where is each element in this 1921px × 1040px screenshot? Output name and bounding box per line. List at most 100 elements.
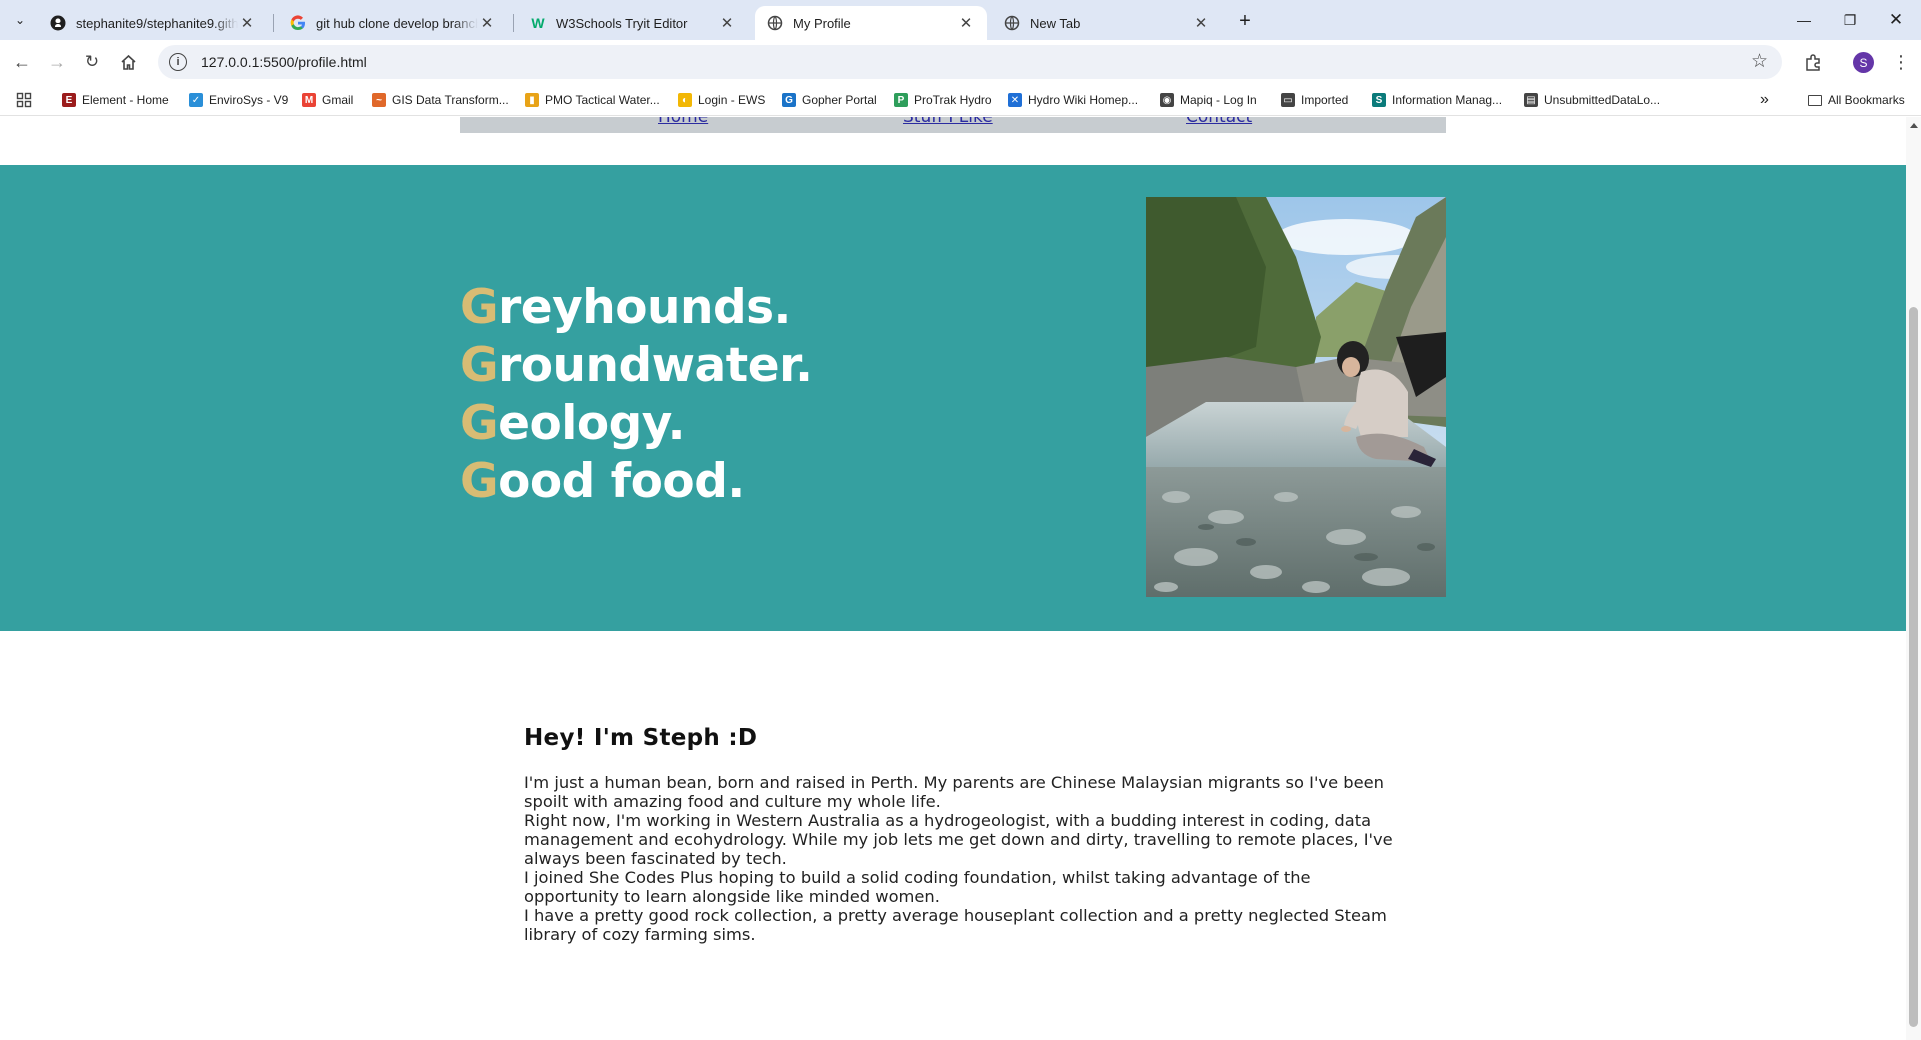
scroll-up-arrow-icon[interactable] xyxy=(1910,123,1918,128)
tab-github[interactable]: stephanite9/stephanite9.github.io ✕ xyxy=(38,6,268,40)
all-bookmarks-folder[interactable]: All Bookmarks xyxy=(1808,90,1905,110)
close-icon[interactable]: ✕ xyxy=(478,14,496,32)
bookmark-item[interactable]: ▭ Imported xyxy=(1281,90,1348,110)
bookmark-favicon-icon: S xyxy=(1372,93,1386,107)
bookmark-label: PMO Tactical Water... xyxy=(545,93,660,107)
bookmark-item[interactable]: ▮ PMO Tactical Water... xyxy=(525,90,660,110)
bookmark-item[interactable]: G Gopher Portal xyxy=(782,90,877,110)
tab-search-button[interactable]: ⌄ xyxy=(8,8,32,32)
back-arrow-icon[interactable]: ← xyxy=(8,48,36,76)
tab-new-tab[interactable]: New Tab ✕ xyxy=(992,6,1222,40)
address-bar[interactable]: i 127.0.0.1:5500/profile.html ☆ xyxy=(158,45,1782,79)
extensions-icon[interactable] xyxy=(1801,50,1825,74)
tab-title: New Tab xyxy=(1030,15,1081,31)
tab-strip: ⌄ stephanite9/stephanite9.github.io ✕ gi… xyxy=(0,0,1921,40)
nav-link-stuff-i-like[interactable]: Stuff I Like xyxy=(903,117,993,127)
nav-link-contact[interactable]: Contact xyxy=(1186,117,1252,127)
menu-dots-icon[interactable]: ⋮ xyxy=(1889,50,1913,74)
bookmark-item[interactable]: ~ GIS Data Transform... xyxy=(372,90,509,110)
bookmark-favicon-icon: G xyxy=(782,93,796,107)
close-icon[interactable]: ✕ xyxy=(238,14,256,32)
bookmark-favicon-icon: ▭ xyxy=(1281,93,1295,107)
site-info-icon[interactable]: i xyxy=(169,53,187,71)
page-scrollbar[interactable] xyxy=(1906,117,1921,1040)
bookmark-favicon-icon: P xyxy=(894,93,908,107)
bookmarks-bar: E Element - Home ✓ EnviroSys - V9 M Gmail ~ GIS… xyxy=(0,84,1921,116)
tab-title: stephanite9/stephanite9.github.io xyxy=(76,15,238,31)
profile-photo xyxy=(1146,197,1446,597)
chrome-icon xyxy=(1004,15,1020,31)
github-icon xyxy=(50,15,66,31)
close-icon[interactable]: ✕ xyxy=(718,14,736,32)
tab-my-profile[interactable]: My Profile ✕ xyxy=(755,6,987,40)
w3schools-icon: W xyxy=(531,15,545,31)
about-paragraph: I joined She Codes Plus hoping to build … xyxy=(524,868,1311,906)
bookmark-item[interactable]: ✓ EnviroSys - V9 xyxy=(189,90,288,110)
browser-toolbar: ← → ↻ i 127.0.0.1:5500/profile.html ☆ S … xyxy=(0,40,1921,84)
bookmark-favicon-icon: M xyxy=(302,93,316,107)
minimize-icon[interactable]: — xyxy=(1781,0,1827,40)
tagline-good-food: Good food. xyxy=(460,454,745,509)
tagline-groundwater: Groundwater. xyxy=(460,338,813,393)
bookmark-label: Imported xyxy=(1301,93,1349,107)
close-icon[interactable]: ✕ xyxy=(957,14,975,32)
bookmark-label: ProTrak Hydro xyxy=(914,93,992,107)
about-paragraph: I'm just a human bean, born and raised i… xyxy=(524,773,1384,811)
bookmark-favicon-icon: ✓ xyxy=(189,93,203,107)
tab-w3schools[interactable]: W W3Schools Tryit Editor ✕ xyxy=(518,6,748,40)
google-icon xyxy=(290,15,306,31)
about-paragraph: I have a pretty good rock collection, a … xyxy=(524,906,1387,944)
scrollbar-thumb[interactable] xyxy=(1909,307,1918,1027)
bookmark-label: Element - Home xyxy=(82,93,169,107)
bookmark-item[interactable]: M Gmail xyxy=(302,90,353,110)
profile-avatar[interactable]: S xyxy=(1853,52,1874,73)
bookmark-label: Hydro Wiki Homep... xyxy=(1028,93,1139,107)
bookmark-favicon-icon: ◐ xyxy=(678,93,692,107)
bookmark-label: EnviroSys - V9 xyxy=(209,93,289,107)
bookmark-favicon-icon: ~ xyxy=(372,93,386,107)
bookmark-item[interactable]: E Element - Home xyxy=(62,90,169,110)
about-section: Hey! I'm Steph :D I'm just a human bean,… xyxy=(524,725,1404,944)
bookmark-item[interactable]: ▤ UnsubmittedDataLo... xyxy=(1524,90,1660,110)
tab-title: git hub clone develop branch to xyxy=(316,15,478,31)
tagline-greyhounds: Greyhounds. xyxy=(460,280,791,335)
close-icon[interactable]: ✕ xyxy=(1192,14,1210,32)
globe-icon xyxy=(767,15,783,31)
bookmark-favicon-icon: ◉ xyxy=(1160,93,1174,107)
bookmark-favicon-icon: E xyxy=(62,93,76,107)
tagline-geology: Geology. xyxy=(460,396,685,451)
bookmark-label: GIS Data Transform... xyxy=(392,93,509,107)
new-tab-button[interactable]: + xyxy=(1232,8,1258,34)
folder-icon xyxy=(1808,94,1822,106)
bookmark-item[interactable]: ◐ Login - EWS xyxy=(678,90,765,110)
site-nav: Home Stuff I Like Contact xyxy=(460,117,1446,133)
tab-google[interactable]: git hub clone develop branch to ✕ xyxy=(278,6,508,40)
url-text: 127.0.0.1:5500/profile.html xyxy=(201,54,367,70)
bookmark-label: Gopher Portal xyxy=(802,93,877,107)
bookmark-favicon-icon: ✕ xyxy=(1008,93,1022,107)
home-icon[interactable] xyxy=(114,48,142,76)
apps-grid-icon[interactable] xyxy=(16,90,32,110)
bookmark-item[interactable]: P ProTrak Hydro xyxy=(894,90,992,110)
bookmark-favicon-icon: ▮ xyxy=(525,93,539,107)
bookmark-item[interactable]: ✕ Hydro Wiki Homep... xyxy=(1008,90,1138,110)
page-viewport: Home Stuff I Like Contact Greyhounds. Gr… xyxy=(0,117,1906,1040)
about-heading: Hey! I'm Steph :D xyxy=(524,725,758,751)
bookmark-label: Mapiq - Log In xyxy=(1180,93,1257,107)
close-window-icon[interactable]: ✕ xyxy=(1873,0,1919,40)
restore-icon[interactable]: ❐ xyxy=(1827,0,1873,40)
all-bookmarks-label: All Bookmarks xyxy=(1828,93,1905,107)
more-bookmarks-chevron-icon[interactable]: » xyxy=(1760,90,1769,110)
hero-section: Greyhounds. Groundwater. Geology. Good f… xyxy=(0,165,1906,631)
bookmark-item[interactable]: S Information Manag... xyxy=(1372,90,1502,110)
nav-link-home[interactable]: Home xyxy=(658,117,708,127)
bookmark-label: Login - EWS xyxy=(698,93,766,107)
hero-tagline: Greyhounds. Groundwater. Geology. Good f… xyxy=(460,279,813,511)
bookmark-item[interactable]: ◉ Mapiq - Log In xyxy=(1160,90,1257,110)
reload-icon[interactable]: ↻ xyxy=(78,48,106,76)
about-paragraph: Right now, I'm working in Western Austra… xyxy=(524,811,1393,868)
bookmark-favicon-icon: ▤ xyxy=(1524,93,1538,107)
bookmark-label: Information Manag... xyxy=(1392,93,1503,107)
forward-arrow-icon[interactable]: → xyxy=(43,48,71,76)
bookmark-star-icon[interactable]: ☆ xyxy=(1751,50,1768,73)
